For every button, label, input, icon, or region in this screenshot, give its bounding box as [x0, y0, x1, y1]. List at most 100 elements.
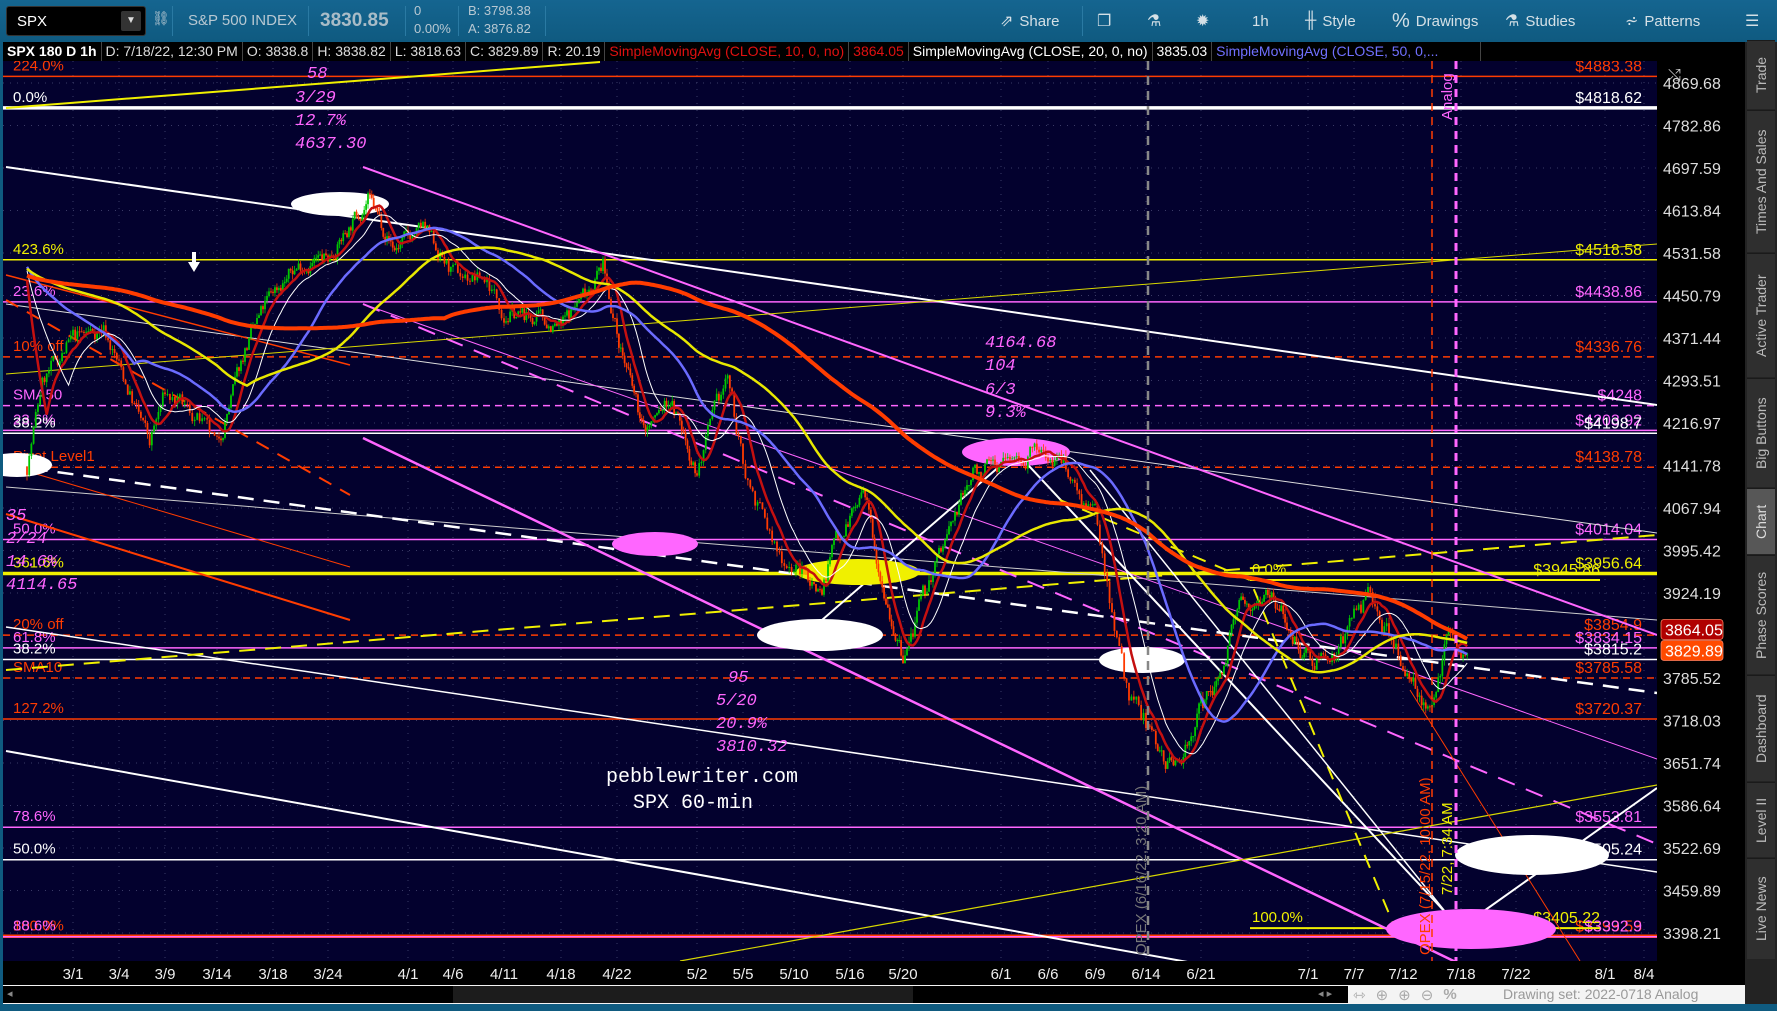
candle-body[interactable]	[992, 459, 994, 461]
candle-body[interactable]	[78, 331, 81, 333]
candle-body[interactable]	[1383, 626, 1386, 633]
candle-body[interactable]	[391, 241, 394, 248]
candle-body[interactable]	[553, 323, 556, 326]
candle-body[interactable]	[1460, 652, 1462, 659]
candle-body[interactable]	[211, 431, 213, 433]
annotation-text[interactable]: 104	[985, 357, 1016, 376]
candle-body[interactable]	[466, 274, 469, 281]
candle-body[interactable]	[667, 405, 670, 407]
ellipse-highlight[interactable]	[1386, 909, 1556, 949]
candle-body[interactable]	[471, 275, 474, 282]
candle-body[interactable]	[1130, 696, 1133, 701]
candle-body[interactable]	[1192, 736, 1195, 738]
candle-body[interactable]	[39, 396, 42, 405]
horizontal-scrollbar[interactable]: ◂ ◂ ▸	[3, 986, 1348, 1003]
candle-body[interactable]	[1051, 459, 1054, 466]
candle-body[interactable]	[726, 375, 729, 379]
candle-body[interactable]	[871, 518, 874, 538]
candle-body[interactable]	[883, 587, 885, 599]
annotation-text[interactable]: 20.9%	[716, 715, 768, 734]
candle-body[interactable]	[445, 259, 448, 264]
candle-body[interactable]	[839, 538, 841, 540]
tab-active-trader[interactable]: Active Trader	[1747, 253, 1775, 377]
candle-body[interactable]	[213, 432, 216, 436]
candle-body[interactable]	[733, 393, 736, 417]
candle-body[interactable]	[637, 394, 639, 413]
candle-body[interactable]	[1217, 678, 1220, 681]
candle-body[interactable]	[612, 313, 614, 319]
candle-body[interactable]	[700, 462, 703, 464]
percent-scale-icon[interactable]: %	[1443, 986, 1456, 1003]
candle-body[interactable]	[361, 214, 364, 221]
candle-body[interactable]	[1106, 573, 1109, 582]
candle-body[interactable]	[1282, 605, 1285, 615]
candle-body[interactable]	[1429, 706, 1431, 708]
candle-body[interactable]	[1221, 672, 1223, 675]
candle-body[interactable]	[50, 360, 52, 371]
candle-body[interactable]	[1142, 712, 1145, 720]
candle-body[interactable]	[85, 331, 88, 333]
candle-body[interactable]	[833, 538, 835, 545]
candle-body[interactable]	[549, 326, 552, 333]
candle-body[interactable]	[1313, 665, 1316, 670]
candle-body[interactable]	[240, 360, 242, 372]
candle-body[interactable]	[419, 222, 422, 228]
candle-body[interactable]	[144, 420, 147, 423]
candle-body[interactable]	[862, 490, 865, 493]
scroll-arrows-icon[interactable]: ◂ ▸	[1318, 987, 1332, 1000]
candle-body[interactable]	[338, 239, 341, 245]
candle-body[interactable]	[1168, 757, 1171, 762]
candle-body[interactable]	[285, 278, 288, 282]
candle-body[interactable]	[1069, 477, 1072, 481]
candle-body[interactable]	[829, 557, 831, 565]
candle-body[interactable]	[342, 233, 345, 242]
candle-body[interactable]	[96, 333, 98, 340]
candle-body[interactable]	[340, 239, 343, 242]
candle-body[interactable]	[928, 580, 930, 592]
candle-body[interactable]	[1026, 456, 1029, 469]
candle-body[interactable]	[964, 490, 966, 495]
candle-body[interactable]	[1215, 680, 1218, 687]
zoom-in-icon[interactable]: ⊕	[1398, 986, 1411, 1004]
candle-body[interactable]	[790, 566, 793, 572]
candle-body[interactable]	[397, 248, 400, 250]
candle-body[interactable]	[856, 504, 859, 507]
candle-body[interactable]	[596, 270, 598, 280]
candle-body[interactable]	[912, 633, 914, 637]
candle-body[interactable]	[1362, 600, 1365, 613]
candle-body[interactable]	[598, 267, 600, 271]
candle-body[interactable]	[1305, 647, 1307, 653]
candle-body[interactable]	[1213, 686, 1216, 696]
candle-body[interactable]	[1145, 712, 1147, 728]
candle-body[interactable]	[1424, 702, 1427, 709]
sma-200-line[interactable]	[26, 273, 1469, 641]
candle-body[interactable]	[948, 526, 950, 535]
candle-body[interactable]	[722, 388, 725, 395]
candle-body[interactable]	[728, 375, 731, 389]
candle-body[interactable]	[1226, 645, 1229, 664]
candle-body[interactable]	[1404, 670, 1406, 676]
candle-body[interactable]	[1009, 456, 1011, 460]
candle-body[interactable]	[858, 497, 861, 505]
candle-body[interactable]	[1101, 543, 1104, 554]
candle-body[interactable]	[1395, 643, 1397, 649]
candle-body[interactable]	[1158, 750, 1161, 752]
candle-body[interactable]	[604, 258, 606, 274]
candle-body[interactable]	[315, 257, 318, 259]
candle-body[interactable]	[954, 511, 956, 521]
candle-body[interactable]	[521, 308, 524, 313]
candle-body[interactable]	[1353, 608, 1355, 618]
annotation-text[interactable]: 2/24	[6, 530, 47, 549]
candle-body[interactable]	[277, 287, 280, 291]
candle-body[interactable]	[665, 400, 668, 406]
candle-body[interactable]	[30, 443, 33, 456]
candle-body[interactable]	[236, 367, 238, 377]
candle-body[interactable]	[698, 463, 701, 476]
candle-body[interactable]	[864, 490, 867, 498]
candle-body[interactable]	[821, 589, 823, 595]
candle-body[interactable]	[1350, 617, 1353, 619]
candle-body[interactable]	[582, 288, 584, 294]
candle-body[interactable]	[1426, 706, 1429, 709]
candle-body[interactable]	[879, 572, 882, 582]
candle-body[interactable]	[1174, 760, 1177, 766]
